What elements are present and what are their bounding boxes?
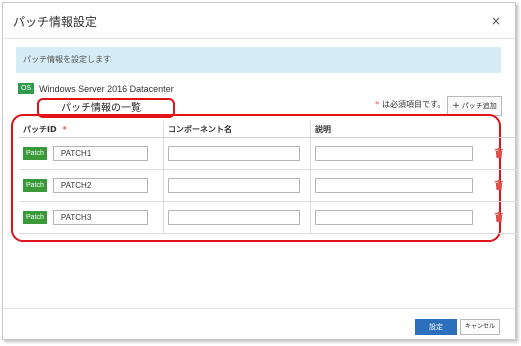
component-input[interactable] [168, 178, 300, 193]
table-header-row: パッチID * コンポーネント名 説明 [19, 121, 517, 138]
title-divider [3, 38, 515, 39]
header-description: 説明 [310, 121, 491, 138]
patch-id-input[interactable]: PATCH1 [52, 146, 148, 161]
patch-id-cell: Patch PATCH1 [19, 137, 164, 170]
os-row: OS Windows Server 2016 Datacenter [18, 83, 174, 94]
patch-badge: Patch [23, 179, 47, 192]
header-actions [491, 121, 517, 138]
table-row: Patch PATCH3 [19, 201, 517, 234]
close-icon[interactable]: × [491, 14, 501, 28]
patch-badge: Patch [23, 211, 47, 224]
component-cell [163, 201, 311, 234]
component-cell [163, 137, 311, 170]
header-component: コンポーネント名 [163, 121, 311, 138]
table-row: Patch PATCH1 [19, 137, 517, 170]
table-row: Patch PATCH2 [19, 169, 517, 202]
plus-icon: + [452, 101, 460, 111]
description-input[interactable] [315, 210, 473, 225]
description-cell [310, 137, 491, 170]
dialog-title: パッチ情報設定 [13, 15, 98, 29]
component-input[interactable] [168, 210, 300, 225]
delete-cell [491, 201, 517, 234]
patch-badge: Patch [23, 147, 47, 160]
add-patch-button[interactable]: + パッチ追加 [447, 96, 502, 116]
delete-cell [491, 169, 517, 202]
trash-icon[interactable] [495, 147, 503, 160]
trash-icon[interactable] [495, 179, 503, 192]
patch-table: パッチID * コンポーネント名 説明 Patch PATCH1 Patch PATC… [19, 121, 517, 234]
os-badge: OS [18, 83, 35, 94]
description-input[interactable] [315, 146, 473, 161]
trash-icon[interactable] [495, 211, 503, 224]
required-note: * は必須項目です。 [375, 99, 445, 110]
patch-id-input[interactable]: PATCH3 [52, 210, 148, 225]
header-patch-id: パッチID * [19, 121, 164, 138]
component-input[interactable] [168, 146, 300, 161]
required-star: * [375, 100, 379, 109]
add-patch-label: パッチ追加 [461, 102, 497, 110]
patch-id-cell: Patch PATCH2 [19, 169, 164, 202]
info-notice: パッチ情報を設定します [16, 47, 501, 73]
description-cell [310, 169, 491, 202]
cancel-button[interactable]: キャンセル [460, 319, 500, 335]
confirm-button[interactable]: 設定 [415, 319, 457, 335]
description-input[interactable] [315, 178, 473, 193]
patch-id-input[interactable]: PATCH2 [52, 178, 148, 193]
header-patch-id-label: パッチID [23, 124, 57, 134]
required-text: は必須項目です。 [382, 100, 446, 109]
delete-cell [491, 137, 517, 170]
description-cell [310, 201, 491, 234]
patch-id-cell: Patch PATCH3 [19, 201, 164, 234]
os-name: Windows Server 2016 Datacenter [39, 83, 174, 94]
component-cell [163, 169, 311, 202]
footer-divider [3, 308, 515, 309]
header-required-star: * [62, 124, 67, 134]
